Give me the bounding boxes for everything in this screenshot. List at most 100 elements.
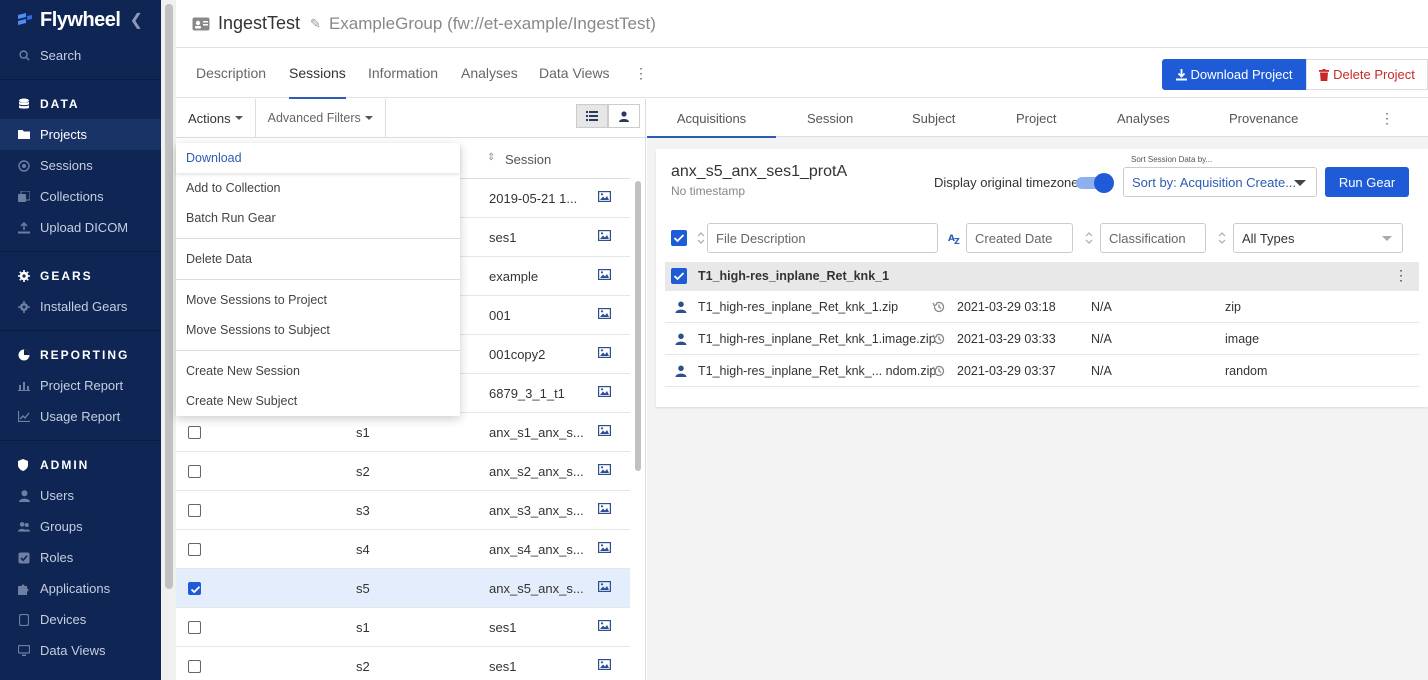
actions-dropdown-button[interactable]: Actions	[176, 98, 256, 138]
row-session[interactable]: 2019-05-21 1...	[489, 191, 577, 206]
row-session[interactable]: ses1	[489, 230, 516, 245]
collapse-sidebar-icon[interactable]: ❮	[130, 10, 143, 30]
tab-sessions[interactable]: Sessions	[289, 65, 346, 99]
sidebar-item-upload-dicom[interactable]: Upload DICOM	[0, 212, 161, 243]
menu-item-delete-data[interactable]: Delete Data	[176, 244, 460, 274]
detail-tabs-more-icon[interactable]: ⋮	[1380, 110, 1394, 127]
tab-project[interactable]: Project	[1016, 111, 1056, 136]
menu-item-batch-run-gear[interactable]: Batch Run Gear	[176, 203, 460, 233]
sidebar-scroll-thumb[interactable]	[165, 4, 173, 589]
table-row[interactable]: s5 anx_s5_anx_s...	[176, 569, 630, 608]
run-gear-button[interactable]: Run Gear	[1325, 167, 1409, 197]
acquisition-checkbox[interactable]	[671, 268, 687, 284]
select-all-checkbox[interactable]	[671, 230, 687, 246]
advanced-filters-button[interactable]: Advanced Filters	[256, 98, 386, 138]
tab-provenance[interactable]: Provenance	[1229, 111, 1298, 136]
tab-analyses[interactable]: Analyses	[461, 65, 518, 97]
tab-data-views[interactable]: Data Views	[539, 65, 610, 97]
menu-item-add-to-collection[interactable]: Add to Collection	[176, 173, 460, 203]
table-row[interactable]: s1 anx_s1_anx_s...	[176, 413, 630, 452]
row-checkbox[interactable]	[188, 426, 201, 439]
sidebar-item-devices[interactable]: Devices	[0, 604, 161, 635]
tabs-more-icon[interactable]: ⋮	[634, 65, 648, 82]
file-row[interactable]: T1_high-res_inplane_Ret_knk_... ndom.zip…	[665, 355, 1419, 387]
file-row[interactable]: T1_high-res_inplane_Ret_knk_1.zip 2021-03…	[665, 291, 1419, 323]
edit-pencil-icon[interactable]: ✎	[310, 16, 321, 32]
row-session[interactable]: example	[489, 269, 538, 284]
tab-analyses-detail[interactable]: Analyses	[1117, 111, 1170, 136]
sidebar-item-sessions[interactable]: Sessions	[0, 150, 161, 181]
row-session[interactable]: anx_s3_anx_s...	[489, 503, 584, 518]
list-view-button[interactable]	[576, 104, 608, 128]
row-session[interactable]: ses1	[489, 659, 516, 674]
row-session[interactable]: 001copy2	[489, 347, 545, 362]
row-session[interactable]: ses1	[489, 620, 516, 635]
row-checkbox[interactable]	[188, 621, 201, 634]
tab-acquisitions[interactable]: Acquisitions	[647, 111, 776, 138]
image-icon[interactable]	[598, 464, 611, 475]
menu-item-download[interactable]: Download	[176, 143, 460, 173]
menu-item-move-sessions-to-subject[interactable]: Move Sessions to Subject	[176, 315, 460, 345]
image-icon[interactable]	[598, 620, 611, 631]
row-session[interactable]: anx_s4_anx_s...	[489, 542, 584, 557]
row-checkbox[interactable]	[188, 660, 201, 673]
image-icon[interactable]	[598, 386, 611, 397]
tab-description[interactable]: Description	[196, 65, 266, 97]
file-name[interactable]: T1_high-res_inplane_Ret_knk_1.image.zip	[698, 332, 936, 346]
row-session[interactable]: anx_s2_anx_s...	[489, 464, 584, 479]
table-row[interactable]: s2 ses1	[176, 647, 630, 680]
row-checkbox[interactable]	[188, 543, 201, 556]
image-icon[interactable]	[598, 191, 611, 202]
sessions-scrollbar[interactable]	[633, 179, 643, 680]
sessions-scroll-thumb[interactable]	[635, 181, 641, 471]
file-name[interactable]: T1_high-res_inplane_Ret_knk_1.zip	[698, 300, 898, 314]
image-icon[interactable]	[598, 581, 611, 592]
subject-view-button[interactable]	[608, 104, 640, 128]
history-icon[interactable]	[932, 332, 946, 346]
image-icon[interactable]	[598, 542, 611, 553]
file-row[interactable]: T1_high-res_inplane_Ret_knk_1.image.zip 2…	[665, 323, 1419, 355]
table-row[interactable]: s3 anx_s3_anx_s...	[176, 491, 630, 530]
sort-icon[interactable]: ⇕	[487, 152, 495, 163]
row-checkbox[interactable]	[188, 582, 201, 595]
row-session[interactable]: 6879_3_1_t1	[489, 386, 565, 401]
menu-item-move-sessions-to-project[interactable]: Move Sessions to Project	[176, 285, 460, 315]
image-icon[interactable]	[598, 269, 611, 280]
file-name[interactable]: T1_high-res_inplane_Ret_knk_... ndom.zip	[698, 364, 936, 378]
type-filter-select[interactable]: All Types	[1233, 223, 1403, 253]
tab-information[interactable]: Information	[368, 65, 438, 97]
sidebar-item-applications[interactable]: Applications	[0, 573, 161, 604]
session-column-header[interactable]: Session	[505, 152, 551, 167]
menu-item-create-new-session[interactable]: Create New Session	[176, 356, 460, 386]
logo[interactable]: Flywheel ❮	[0, 0, 161, 40]
tab-session[interactable]: Session	[807, 111, 853, 136]
sidebar-scrollbar[interactable]	[161, 0, 176, 680]
sidebar-item-installed-gears[interactable]: Installed Gears	[0, 291, 161, 322]
timezone-toggle[interactable]	[1076, 172, 1114, 193]
delete-project-button[interactable]: Delete Project	[1306, 59, 1428, 90]
table-row[interactable]: s1 ses1	[176, 608, 630, 647]
row-session[interactable]: 001	[489, 308, 511, 323]
sidebar-item-search[interactable]: Search	[0, 40, 161, 71]
image-icon[interactable]	[598, 230, 611, 241]
file-description-filter[interactable]: File Description	[707, 223, 938, 253]
sidebar-item-project-report[interactable]: Project Report	[0, 370, 161, 401]
row-session[interactable]: anx_s1_anx_s...	[489, 425, 584, 440]
sort-arrows-icon[interactable]	[1218, 231, 1226, 245]
sidebar-item-data-views[interactable]: Data Views	[0, 635, 161, 666]
download-project-button[interactable]: Download Project	[1162, 59, 1306, 90]
file-classification[interactable]: N/A	[1091, 300, 1112, 314]
sort-select[interactable]: Sort by: Acquisition Create...	[1123, 167, 1317, 197]
row-checkbox[interactable]	[188, 504, 201, 517]
tab-subject[interactable]: Subject	[912, 111, 955, 136]
sidebar-item-usage-report[interactable]: Usage Report	[0, 401, 161, 432]
image-icon[interactable]	[598, 308, 611, 319]
history-icon[interactable]	[932, 364, 946, 378]
table-row[interactable]: s2 anx_s2_anx_s...	[176, 452, 630, 491]
table-row[interactable]: s4 anx_s4_anx_s...	[176, 530, 630, 569]
file-classification[interactable]: N/A	[1091, 364, 1112, 378]
image-icon[interactable]	[598, 503, 611, 514]
image-icon[interactable]	[598, 425, 611, 436]
acquisition-menu-icon[interactable]: ⋮	[1394, 267, 1408, 284]
row-checkbox[interactable]	[188, 465, 201, 478]
